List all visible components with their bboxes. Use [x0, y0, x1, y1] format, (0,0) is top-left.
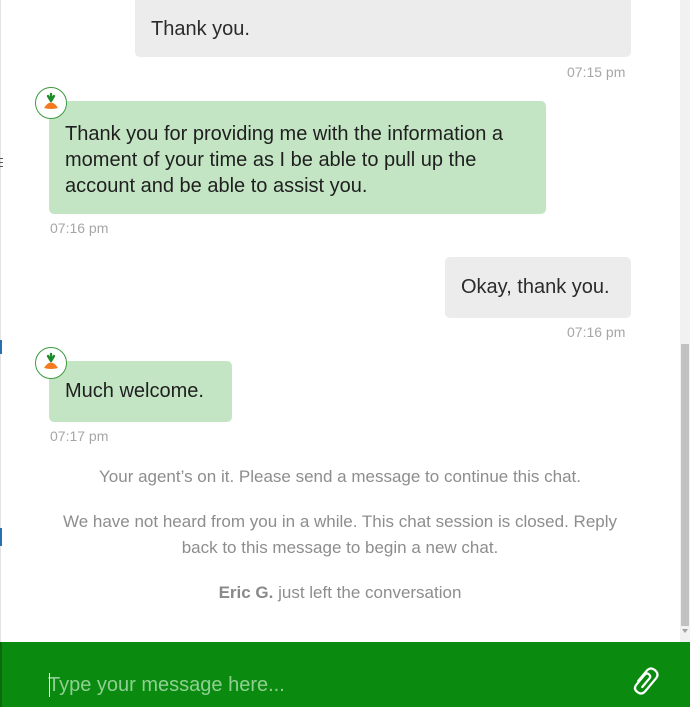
agent-left-note: Eric G. just left the conversation — [0, 580, 680, 606]
scrollbar-thumb[interactable] — [681, 344, 689, 626]
session-closed-text: We have not heard from you in a while. T… — [62, 512, 618, 557]
scrollbar[interactable] — [680, 0, 690, 642]
user-message-bubble: Okay, thank you. — [445, 257, 631, 318]
agent-left-text: just left the conversation — [273, 583, 462, 602]
message-list[interactable]: Thank you. 07:15 pm Thank you for provid… — [0, 0, 680, 642]
agent-status-note: Your agent’s on it. Please send a messag… — [99, 467, 581, 486]
session-closed-note: We have not heard from you in a while. T… — [60, 509, 620, 561]
message-timestamp: 07:15 pm — [567, 64, 626, 80]
carrot-icon — [44, 92, 58, 109]
user-message-bubble: Thank you. — [135, 0, 631, 57]
message-input[interactable] — [48, 668, 608, 702]
message-text: Thank you. — [151, 18, 250, 40]
message-composer — [0, 642, 690, 707]
chat-window: Thank you. 07:15 pm Thank you for provid… — [0, 0, 690, 707]
message-text: Okay, thank you. — [461, 276, 610, 298]
scroll-down-arrow-icon[interactable] — [682, 629, 688, 633]
message-timestamp: 07:16 pm — [50, 220, 109, 236]
agent-message-bubble: Thank you for providing me with the info… — [49, 101, 546, 214]
agent-avatar — [35, 347, 67, 379]
message-timestamp: 07:16 pm — [567, 324, 626, 340]
message-timestamp: 07:17 pm — [50, 428, 109, 444]
message-text: Much welcome. — [65, 380, 204, 402]
agent-avatar — [35, 87, 67, 119]
message-text: Thank you for providing me with the info… — [65, 123, 503, 197]
agent-name: Eric G. — [218, 583, 274, 602]
attach-file-button[interactable] — [624, 664, 668, 698]
paperclip-icon — [633, 667, 659, 695]
agent-message-bubble: Much welcome. — [49, 361, 232, 422]
text-caret — [49, 673, 50, 697]
carrot-icon — [44, 352, 58, 369]
